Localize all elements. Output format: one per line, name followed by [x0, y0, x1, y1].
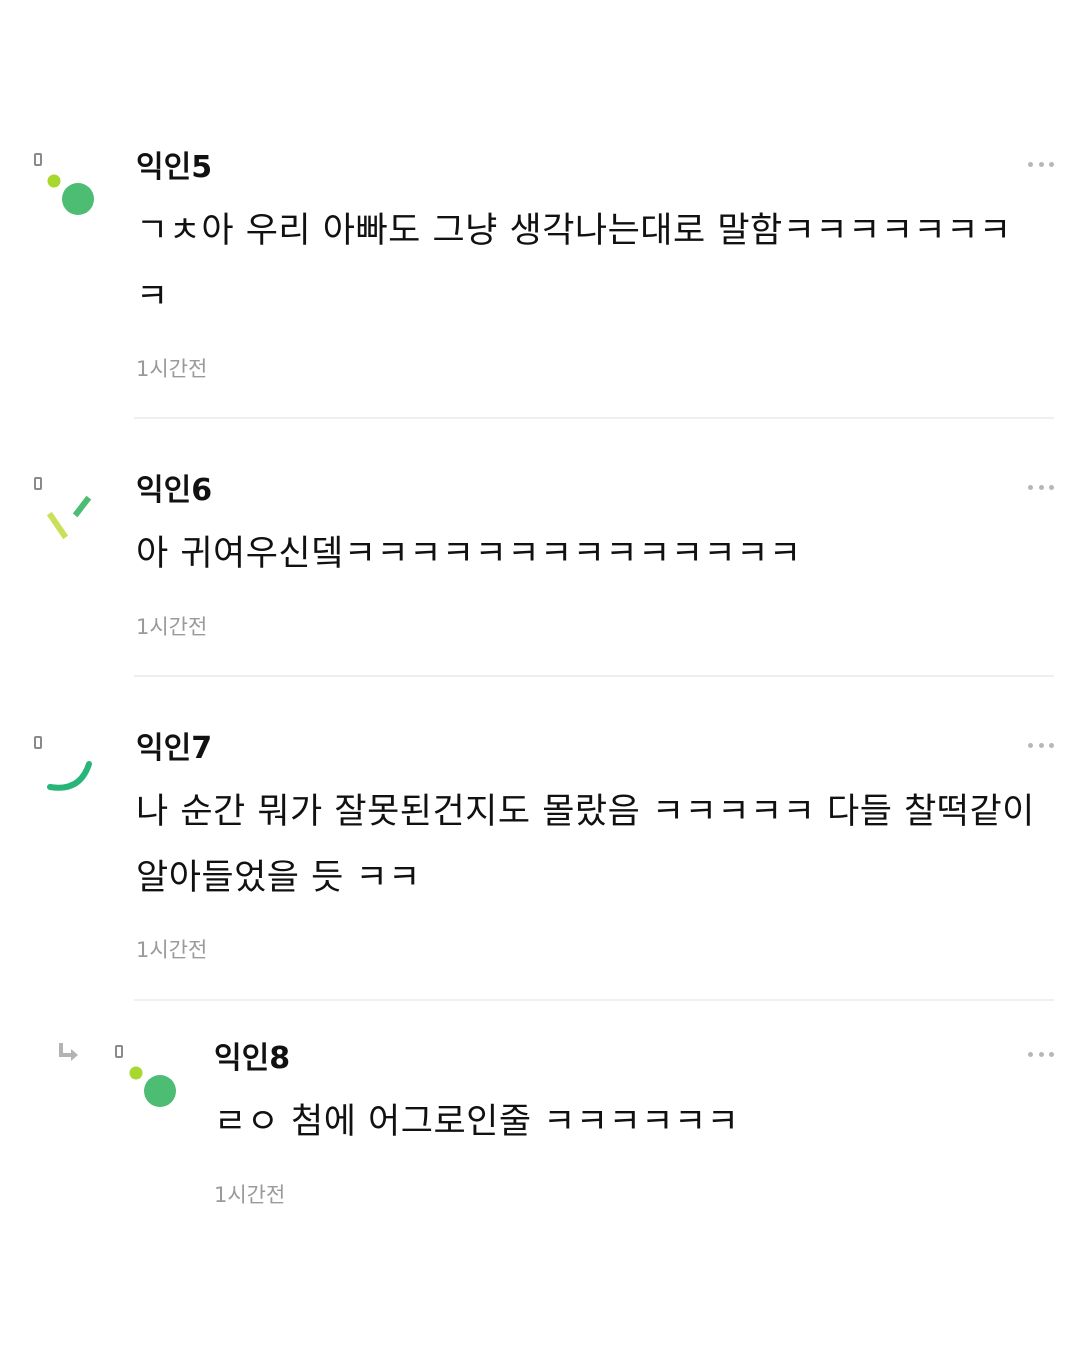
- comment-time: 1시간전: [136, 615, 208, 639]
- more-options-icon[interactable]: [1028, 157, 1054, 171]
- dot-circle-avatar-icon: [115, 1045, 176, 1107]
- comment-thread-screen: { "comments": [ { "author": "익인5", "text…: [0, 0, 1080, 1350]
- comment-text: ㄱㅊ아 우리 아빠도 그냥 생각나는대로 말함ㅋㅋㅋㅋㅋㅋㅋㅋ: [136, 211, 1012, 317]
- more-options-icon[interactable]: [1028, 480, 1054, 494]
- reply-time: 1시간전: [214, 1183, 286, 1207]
- comment-author: 익인6: [136, 473, 213, 508]
- reply-author: 익인8: [214, 1041, 291, 1076]
- twin-dash-avatar-icon: [34, 477, 92, 540]
- comment-divider: [134, 999, 1054, 1001]
- comment-time: 1시간전: [136, 357, 208, 381]
- avatar[interactable]: [32, 472, 102, 542]
- dot-circle-avatar-icon: [34, 153, 94, 215]
- comment-author: 익인7: [136, 731, 213, 766]
- arc-smile-avatar-icon: [34, 736, 92, 791]
- comment-divider: [134, 675, 1054, 677]
- avatar[interactable]: [32, 732, 102, 802]
- comment-text: 나 순간 뭐가 잘못된건지도 몰랐음 ㅋㅋㅋㅋㅋ 다들 찰떡같이 알아들었을 듯…: [136, 792, 1035, 898]
- comment-author: 익인5: [136, 150, 213, 185]
- avatar[interactable]: [112, 1040, 182, 1110]
- comment-divider: [134, 417, 1054, 419]
- reply-text: ㄹㅇ 첨에 어그로인줄 ㅋㅋㅋㅋㅋㅋ: [214, 1102, 740, 1142]
- avatar[interactable]: [32, 150, 102, 220]
- comment-time: 1시간전: [136, 938, 208, 962]
- more-options-icon[interactable]: [1028, 738, 1054, 752]
- reply-arrow-icon: [56, 1040, 82, 1066]
- more-options-icon[interactable]: [1028, 1047, 1054, 1061]
- comment-text: 아 귀여우신뎈ㅋㅋㅋㅋㅋㅋㅋㅋㅋㅋㅋㅋㅋㅋ: [136, 534, 802, 574]
